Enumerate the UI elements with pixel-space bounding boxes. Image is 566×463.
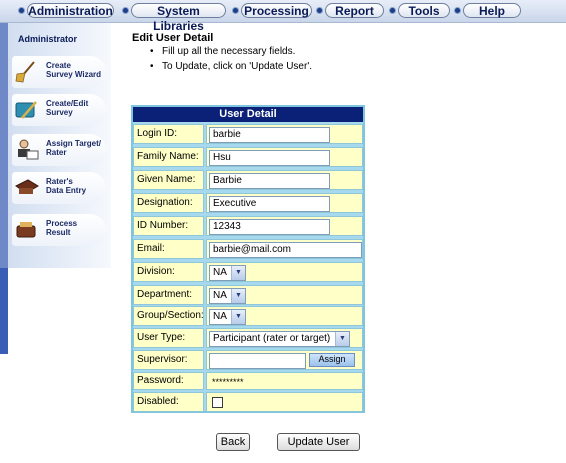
department-value: NA	[213, 290, 227, 301]
login-id-label: Login ID:	[133, 124, 204, 144]
tab-processing[interactable]: Processing	[241, 3, 312, 18]
designation-field[interactable]: Executive	[209, 196, 330, 212]
top-navigation-bar: Administration System Libraries Processi…	[0, 0, 566, 33]
supervisor-label: Supervisor:	[133, 350, 204, 370]
row-supervisor: Supervisor: Assign	[133, 350, 363, 370]
row-family-name: Family Name: Hsu	[133, 147, 363, 167]
row-disabled: Disabled:	[133, 392, 363, 412]
sidebar-item-assign-target-rater[interactable]: Assign Target/Rater	[12, 134, 106, 166]
disabled-checkbox[interactable]	[212, 397, 223, 408]
nav-bullet-icon	[18, 7, 25, 14]
page-title: Edit User Detail	[132, 32, 214, 44]
tab-report[interactable]: Report	[325, 3, 384, 18]
designation-label: Designation:	[133, 193, 204, 213]
survey-edit-icon	[15, 101, 37, 119]
login-id-field[interactable]: barbie	[209, 127, 330, 143]
supervisor-field[interactable]	[209, 353, 306, 369]
department-label: Department:	[133, 285, 204, 305]
nav-bullet-icon	[389, 7, 396, 14]
instruction-item: To Update, click on 'Update User'.	[150, 59, 312, 74]
sidebar-title: Administrator	[18, 34, 78, 44]
sidebar-item-label: Data Entry	[46, 186, 87, 195]
sidebar-item-label: Create/Edit	[46, 99, 89, 108]
row-division: Division: NA ▼	[133, 262, 363, 282]
sidebar-item-label: Rater's	[46, 177, 73, 186]
nav-bullet-icon	[232, 7, 239, 14]
chevron-down-icon: ▼	[335, 332, 349, 346]
row-given-name: Given Name: Barbie	[133, 170, 363, 190]
nav-bullet-icon	[122, 7, 129, 14]
id-number-field[interactable]: 12343	[209, 219, 330, 235]
user-type-select[interactable]: Participant (rater or target) ▼	[209, 331, 350, 347]
nav-bullet-icon	[316, 7, 323, 14]
process-result-icon	[16, 222, 36, 238]
back-button[interactable]: Back	[216, 433, 250, 451]
update-user-button[interactable]: Update User	[277, 433, 360, 451]
id-number-label: ID Number:	[133, 216, 204, 236]
family-name-field[interactable]: Hsu	[209, 150, 330, 166]
sidebar-item-label: Create	[46, 61, 71, 70]
password-value: *********	[212, 377, 244, 387]
data-entry-icon	[15, 179, 39, 194]
sidebar-item-label: Survey	[46, 108, 73, 117]
tab-system-libraries[interactable]: System Libraries	[131, 3, 226, 33]
row-user-type: User Type: Participant (rater or target)…	[133, 328, 363, 348]
sidebar-item-create-edit-survey[interactable]: Create/Edit Survey	[12, 94, 106, 126]
sidebar-item-process-result[interactable]: Process Result	[12, 214, 106, 246]
sidebar-item-label: Survey Wizard	[46, 70, 102, 79]
chevron-down-icon: ▼	[231, 266, 245, 280]
group-section-label: Group/Section:	[133, 306, 204, 326]
department-select[interactable]: NA ▼	[209, 288, 246, 304]
sidebar-item-label: Result	[46, 228, 71, 237]
nav-bullet-icon	[454, 7, 461, 14]
given-name-field[interactable]: Barbie	[209, 173, 330, 189]
group-section-value: NA	[213, 311, 227, 322]
sidebar-item-label: Rater	[46, 148, 67, 157]
tab-tools[interactable]: Tools	[398, 3, 450, 18]
division-label: Division:	[133, 262, 204, 282]
row-id-number: ID Number: 12343	[133, 216, 363, 236]
sidebar-item-label: Assign Target/	[46, 139, 101, 148]
email-field[interactable]: barbie@mail.com	[209, 242, 362, 258]
row-designation: Designation: Executive	[133, 193, 363, 213]
sidebar-item-create-survey-wizard[interactable]: Create Survey Wizard	[12, 56, 106, 88]
disabled-label: Disabled:	[133, 392, 204, 412]
chevron-down-icon: ▼	[231, 310, 245, 324]
division-select[interactable]: NA ▼	[209, 265, 246, 281]
user-type-value: Participant (rater or target)	[213, 333, 331, 344]
assign-supervisor-button[interactable]: Assign	[309, 353, 355, 367]
email-label: Email:	[133, 239, 204, 259]
sidebar-strip	[0, 268, 8, 354]
given-name-label: Given Name:	[133, 170, 204, 190]
assign-target-icon	[18, 139, 39, 160]
group-section-select[interactable]: NA ▼	[209, 309, 246, 325]
sidebar-item-label: Process	[46, 219, 78, 228]
row-group-section: Group/Section: NA ▼	[133, 306, 363, 326]
family-name-label: Family Name:	[133, 147, 204, 167]
table-header: User Detail	[133, 107, 363, 122]
broom-wizard-icon	[15, 61, 35, 83]
row-email: Email: barbie@mail.com	[133, 239, 363, 259]
row-login-id: Login ID: barbie	[133, 124, 363, 144]
tab-help[interactable]: Help	[463, 3, 521, 18]
instruction-item: Fill up all the necessary fields.	[150, 44, 312, 59]
row-department: Department: NA ▼	[133, 285, 363, 305]
sidebar-item-raters-data-entry[interactable]: Rater's Data Entry	[12, 172, 106, 204]
row-password: Password: *********	[133, 372, 363, 390]
chevron-down-icon: ▼	[231, 289, 245, 303]
password-label: Password:	[133, 372, 204, 390]
instruction-list: Fill up all the necessary fields. To Upd…	[150, 44, 312, 74]
division-value: NA	[213, 267, 227, 278]
sidebar-edge	[0, 23, 8, 268]
tab-administration[interactable]: Administration	[27, 3, 114, 18]
user-type-label: User Type:	[133, 328, 204, 348]
